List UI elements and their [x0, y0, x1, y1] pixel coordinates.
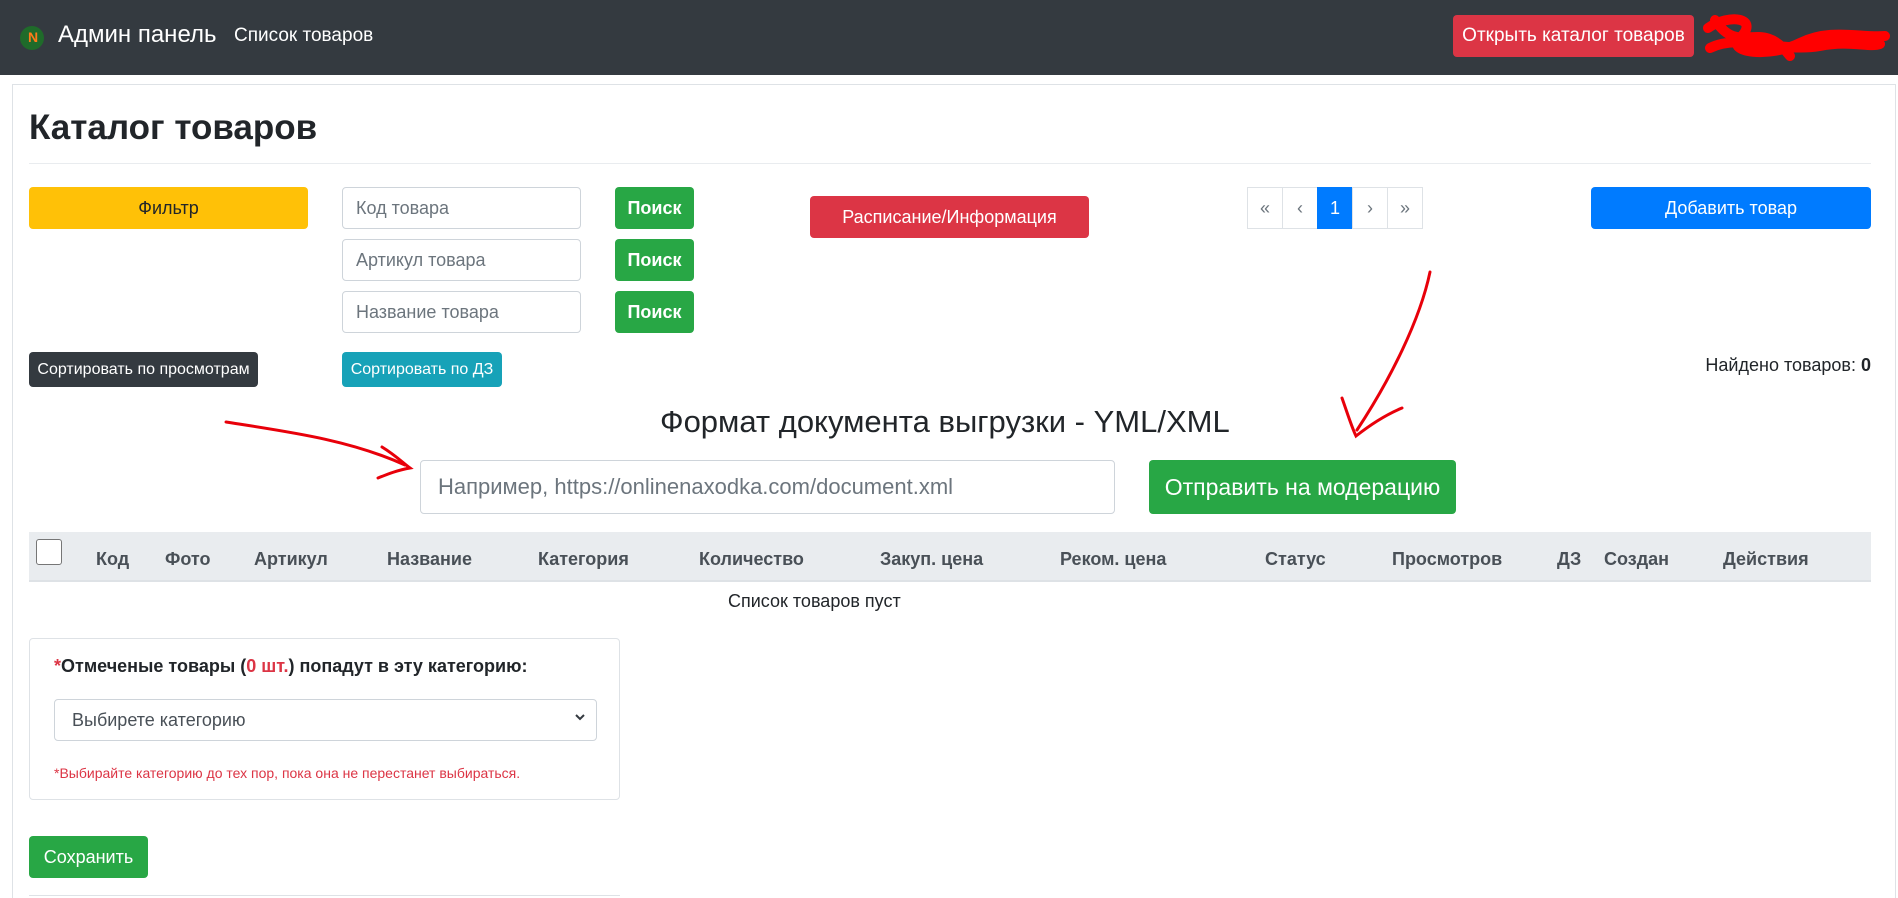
sort-by-dz-button[interactable]: Сортировать по ДЗ [342, 352, 502, 387]
products-table-header: Код Фото Артикул Название Категория Коли… [29, 532, 1871, 582]
bottom-divider [29, 895, 620, 896]
submit-moderation-button[interactable]: Отправить на модерацию [1149, 460, 1456, 514]
search-article-button[interactable]: Поиск [615, 239, 694, 281]
column-header-category[interactable]: Категория [538, 549, 629, 570]
column-header-created[interactable]: Создан [1604, 549, 1669, 570]
category-select[interactable]: Выбирете категорию [54, 699, 597, 741]
page-1-button[interactable]: 1 [1317, 187, 1353, 229]
found-products-count: Найдено товаров: 0 [1705, 355, 1871, 375]
category-assign-label: *Отмеченые товары (0 шт.) попадут в эту … [54, 656, 528, 676]
column-header-purchase-price[interactable]: Закуп. цена [880, 549, 983, 570]
nav-link-product-list[interactable]: Список товаров [234, 25, 373, 47]
column-header-name[interactable]: Название [387, 549, 472, 570]
pagination: « ‹ 1 › » [1247, 187, 1423, 229]
redaction-scribble [1703, 14, 1890, 61]
page-next-button[interactable]: › [1352, 187, 1388, 229]
brand-logo-icon[interactable]: N [20, 26, 44, 50]
top-navbar: N Админ панель Список товаров Открыть ка… [0, 0, 1898, 75]
product-article-input[interactable] [342, 239, 581, 281]
column-header-dz[interactable]: ДЗ [1557, 549, 1581, 570]
product-name-input[interactable] [342, 291, 581, 333]
sort-by-views-button[interactable]: Сортировать по просмотрам [29, 352, 258, 387]
column-header-code[interactable]: Код [96, 549, 129, 570]
column-header-status[interactable]: Статус [1265, 549, 1326, 570]
column-header-photo[interactable]: Фото [165, 549, 210, 570]
title-divider [29, 163, 1871, 164]
column-header-recommended-price[interactable]: Реком. цена [1060, 549, 1166, 570]
category-assign-panel: *Отмеченые товары (0 шт.) попадут в эту … [29, 638, 620, 800]
search-code-button[interactable]: Поиск [615, 187, 694, 229]
page-title: Каталог товаров [29, 108, 318, 147]
schedule-info-button[interactable]: Расписание/Информация [810, 196, 1089, 238]
select-all-checkbox[interactable] [36, 539, 62, 565]
page-last-button[interactable]: » [1387, 187, 1423, 229]
page-first-button[interactable]: « [1247, 187, 1283, 229]
column-header-quantity[interactable]: Количество [699, 549, 804, 570]
filter-button[interactable]: Фильтр [29, 187, 308, 229]
product-code-input[interactable] [342, 187, 581, 229]
column-header-actions[interactable]: Действия [1723, 549, 1809, 570]
save-button[interactable]: Сохранить [29, 836, 148, 878]
chevron-down-icon [575, 714, 585, 721]
brand-name[interactable]: Админ панель [58, 21, 217, 49]
add-product-button[interactable]: Добавить товар [1591, 187, 1871, 229]
table-empty-message: Список товаров пуст [728, 591, 901, 611]
category-note: *Выбирайте категорию до тех пор, пока он… [54, 765, 521, 781]
page-prev-button[interactable]: ‹ [1282, 187, 1318, 229]
upload-format-title: Формат документа выгрузки - YML/XML [660, 404, 1230, 439]
search-name-button[interactable]: Поиск [615, 291, 694, 333]
upload-url-input[interactable] [420, 460, 1115, 514]
column-header-views[interactable]: Просмотров [1392, 549, 1502, 570]
open-catalog-button[interactable]: Открыть каталог товаров [1453, 15, 1694, 57]
column-header-article[interactable]: Артикул [254, 549, 328, 570]
